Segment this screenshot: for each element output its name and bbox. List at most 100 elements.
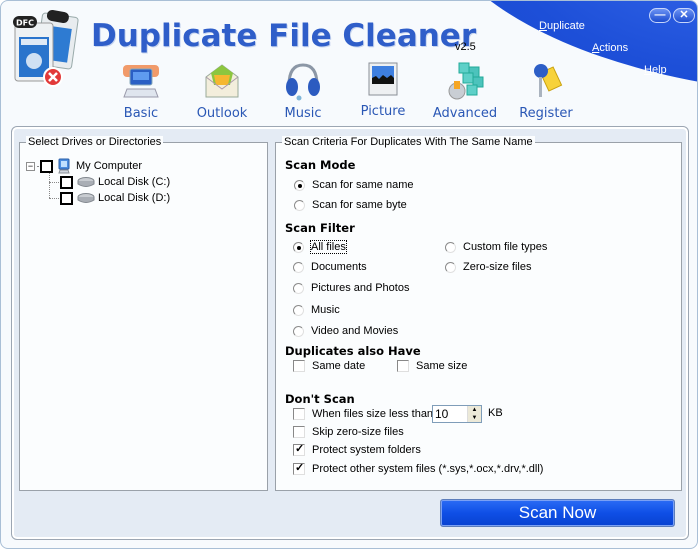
menu-help[interactable]: Help bbox=[644, 64, 667, 76]
menu-actions-label: ctions bbox=[599, 42, 629, 54]
drives-panel-title: Select Drives or Directories bbox=[26, 136, 164, 148]
checkbox[interactable] bbox=[293, 408, 305, 420]
tree-label-local-disk-d: Local Disk (D:) bbox=[98, 192, 171, 204]
tree-checkbox-local-disk-c[interactable] bbox=[60, 175, 73, 189]
cubes-gear-icon bbox=[448, 62, 484, 100]
radio-music[interactable]: Music bbox=[293, 304, 340, 316]
menu-help-mnemonic: H bbox=[644, 64, 652, 76]
duplicates-also-have-title: Duplicates also Have bbox=[285, 344, 421, 358]
toolbar-basic-label: Basic bbox=[123, 106, 159, 121]
hard-disk-icon bbox=[77, 177, 95, 187]
scan-filter-title: Scan Filter bbox=[285, 221, 355, 235]
tree-node-local-disk-c[interactable]: Local Disk (C:) bbox=[60, 174, 170, 190]
checkbox[interactable] bbox=[293, 360, 305, 372]
toolbar-basic[interactable]: Basic bbox=[105, 61, 177, 121]
toolbar-picture-label: Picture bbox=[360, 104, 406, 119]
radio-custom-file-types[interactable]: Custom file types bbox=[445, 241, 547, 253]
radio-scan-same-byte[interactable]: Scan for same byte bbox=[294, 199, 407, 211]
minimize-button[interactable]: — bbox=[649, 8, 671, 23]
spin-up-icon[interactable]: ▲ bbox=[468, 406, 481, 414]
tree-node-local-disk-d[interactable]: Local Disk (D:) bbox=[60, 190, 170, 206]
menu-duplicate-mnemonic: D bbox=[539, 20, 547, 32]
radio-all-files[interactable]: All files bbox=[293, 240, 347, 254]
radio-button[interactable] bbox=[293, 241, 304, 253]
close-icon: ✕ bbox=[679, 9, 689, 21]
checkbox-same-date[interactable]: Same date bbox=[293, 360, 365, 372]
checkbox[interactable] bbox=[293, 442, 305, 456]
toolbar-picture[interactable]: Picture bbox=[347, 59, 419, 119]
hard-disk-icon bbox=[77, 193, 95, 203]
tree-line bbox=[49, 173, 50, 198]
radio-button[interactable] bbox=[293, 261, 304, 273]
minimize-icon: — bbox=[654, 9, 666, 21]
radio-label: Scan for same name bbox=[312, 179, 414, 191]
radio-label: Custom file types bbox=[463, 241, 548, 253]
radio-button[interactable] bbox=[293, 304, 304, 316]
min-size-spinner[interactable]: ▲ ▼ bbox=[432, 405, 482, 423]
radio-zero-size-files[interactable]: Zero-size files bbox=[445, 261, 531, 273]
app-title: Duplicate File Cleaner bbox=[91, 18, 477, 54]
checkbox[interactable] bbox=[397, 360, 409, 372]
checkbox-same-size[interactable]: Same size bbox=[397, 360, 467, 372]
toolbar-music[interactable]: Music bbox=[267, 61, 339, 121]
scan-criteria-panel: Scan Criteria For Duplicates With The Sa… bbox=[275, 136, 682, 491]
radio-label: Documents bbox=[311, 261, 367, 273]
header: DFC Duplicate File Cleaner v2.5 Duplicat… bbox=[1, 1, 697, 126]
envelope-icon bbox=[205, 64, 239, 98]
radio-label: All files bbox=[310, 240, 347, 254]
picture-icon bbox=[368, 62, 398, 96]
tree-checkbox-my-computer[interactable] bbox=[40, 159, 53, 173]
toolbar-music-label: Music bbox=[284, 106, 322, 121]
computer-icon bbox=[123, 65, 159, 98]
min-size-input[interactable] bbox=[433, 406, 467, 422]
checkbox[interactable] bbox=[293, 461, 305, 475]
scan-mode-title: Scan Mode bbox=[285, 158, 356, 172]
headphones-icon bbox=[286, 63, 320, 101]
radio-button[interactable] bbox=[294, 199, 305, 211]
svg-text:DFC: DFC bbox=[16, 19, 34, 28]
radio-button[interactable] bbox=[294, 179, 305, 191]
menu-actions[interactable]: Actions bbox=[592, 42, 628, 54]
radio-pictures-photos[interactable]: Pictures and Photos bbox=[293, 282, 409, 294]
size-unit-label: KB bbox=[488, 407, 503, 419]
tree-checkbox-local-disk-d[interactable] bbox=[60, 191, 73, 205]
checkbox-protect-system-files[interactable]: Protect other system files (*.sys,*.ocx,… bbox=[293, 461, 543, 475]
checkbox-label: Same size bbox=[416, 360, 468, 372]
toolbar-advanced-label: Advanced bbox=[432, 106, 498, 121]
checkbox-label: When files size less than bbox=[312, 408, 434, 420]
radio-scan-same-name[interactable]: Scan for same name bbox=[294, 179, 414, 191]
toolbar-register[interactable]: Register bbox=[510, 61, 582, 121]
toolbar-register-label: Register bbox=[519, 106, 573, 121]
toolbar-outlook-label: Outlook bbox=[196, 106, 248, 121]
checkbox-protect-system-folders[interactable]: Protect system folders bbox=[293, 442, 421, 456]
tree-label-local-disk-c: Local Disk (C:) bbox=[98, 176, 171, 188]
toolbar-outlook[interactable]: Outlook bbox=[186, 61, 258, 121]
toolbar-advanced[interactable]: Advanced bbox=[429, 61, 501, 121]
app-version: v2.5 bbox=[455, 41, 476, 53]
radio-button[interactable] bbox=[293, 325, 304, 337]
spinner-buttons[interactable]: ▲ ▼ bbox=[467, 406, 481, 422]
radio-video-movies[interactable]: Video and Movies bbox=[293, 325, 398, 337]
tree-node-my-computer[interactable]: − My Computer bbox=[26, 158, 142, 174]
scan-criteria-title: Scan Criteria For Duplicates With The Sa… bbox=[282, 136, 535, 148]
radio-label: Music bbox=[311, 304, 340, 316]
checkbox[interactable] bbox=[293, 426, 305, 438]
radio-documents[interactable]: Documents bbox=[293, 261, 367, 273]
computer-icon bbox=[58, 158, 70, 174]
radio-button[interactable] bbox=[445, 261, 456, 273]
radio-button[interactable] bbox=[293, 282, 304, 294]
tree-collapse-icon[interactable]: − bbox=[26, 161, 35, 171]
checkbox-min-file-size[interactable]: When files size less than bbox=[293, 408, 433, 420]
spin-down-icon[interactable]: ▼ bbox=[468, 414, 481, 422]
menu-help-label: elp bbox=[651, 64, 667, 76]
dont-scan-title: Don't Scan bbox=[285, 392, 355, 406]
checkbox-label: Same date bbox=[312, 360, 366, 372]
close-button[interactable]: ✕ bbox=[673, 8, 695, 23]
radio-label: Pictures and Photos bbox=[311, 282, 410, 294]
menu-duplicate[interactable]: Duplicate bbox=[539, 20, 585, 32]
scan-now-button[interactable]: Scan Now bbox=[440, 499, 675, 527]
checkbox-skip-zero-size[interactable]: Skip zero-size files bbox=[293, 426, 404, 438]
radio-button[interactable] bbox=[445, 241, 456, 253]
radio-label: Video and Movies bbox=[311, 325, 399, 337]
checkbox-label: Protect system folders bbox=[312, 444, 421, 456]
